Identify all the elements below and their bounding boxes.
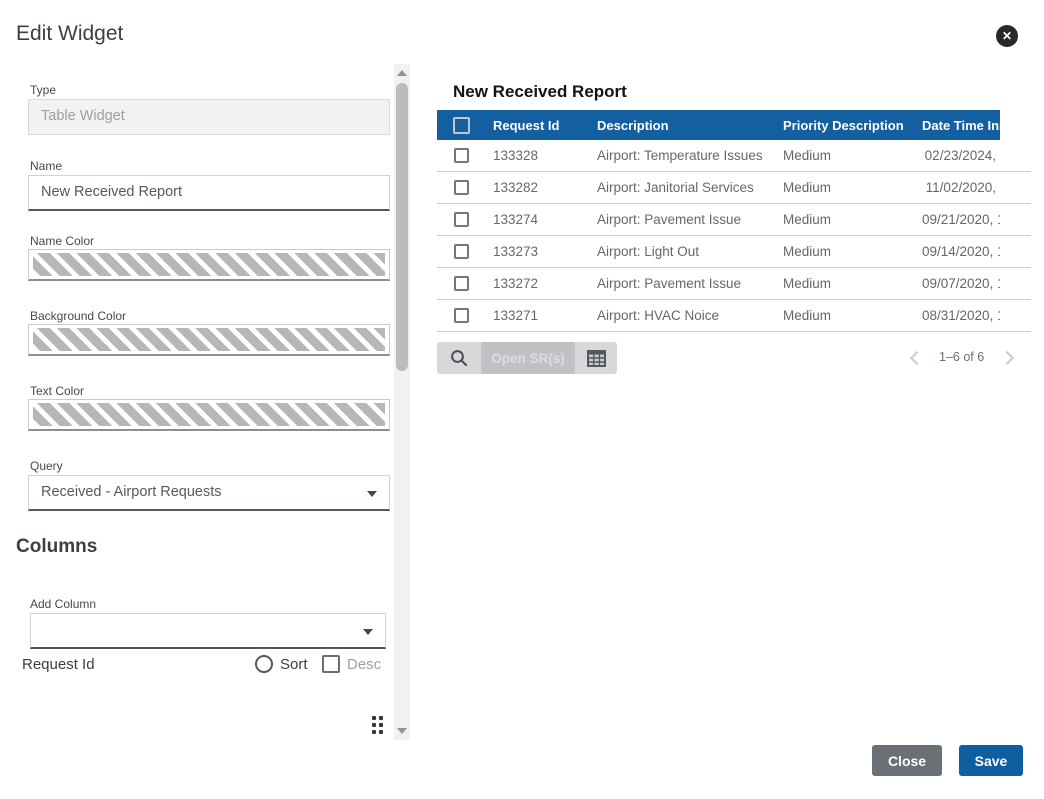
search-button[interactable] <box>437 342 481 374</box>
cell-request-id: 133328 <box>485 148 589 163</box>
cell-date-time: 09/14/2020, 1 <box>916 244 1000 259</box>
table-header-row: Request Id Description Priority Descript… <box>437 110 1031 140</box>
sort-radio-label: Sort <box>280 656 308 673</box>
name-color-label: Name Color <box>30 234 94 248</box>
close-button[interactable]: Close <box>872 745 942 776</box>
table-row[interactable]: 133273 Airport: Light Out Medium 09/14/2… <box>437 236 1031 268</box>
cell-date-time: 11/02/2020, <box>916 180 1000 195</box>
query-selected-value: Received - Airport Requests <box>41 484 222 500</box>
cell-description: Airport: Janitorial Services <box>589 180 775 195</box>
pagination-range: 1–6 of 6 <box>939 350 984 364</box>
name-label: Name <box>30 159 62 173</box>
type-label: Type <box>30 83 56 97</box>
cell-date-time: 09/21/2020, 1 <box>916 212 1000 227</box>
table-row[interactable]: 133282 Airport: Janitorial Services Medi… <box>437 172 1031 204</box>
background-color-label: Background Color <box>30 309 126 323</box>
scroll-up-icon[interactable] <box>397 70 407 76</box>
save-button[interactable]: Save <box>959 745 1023 776</box>
cell-priority: Medium <box>775 308 916 323</box>
cell-date-time: 02/23/2024, <box>916 148 1000 163</box>
cell-request-id: 133271 <box>485 308 589 323</box>
row-checkbox[interactable] <box>454 212 469 227</box>
cell-description: Airport: Temperature Issues <box>589 148 775 163</box>
table-row[interactable]: 133328 Airport: Temperature Issues Mediu… <box>437 140 1031 172</box>
sort-radio[interactable] <box>255 655 273 673</box>
dialog-title: Edit Widget <box>16 22 123 46</box>
name-color-picker[interactable] <box>28 249 390 281</box>
type-field: Table Widget <box>28 99 390 135</box>
next-page-icon[interactable] <box>998 347 1018 367</box>
cell-priority: Medium <box>775 212 916 227</box>
cell-request-id: 133282 <box>485 180 589 195</box>
header-date-time-initiated[interactable]: Date Time Initi <box>916 118 1000 133</box>
close-icon[interactable]: ✕ <box>996 25 1018 47</box>
columns-heading: Columns <box>16 536 97 558</box>
query-select[interactable]: Received - Airport Requests <box>28 475 390 511</box>
desc-checkbox[interactable] <box>322 655 340 673</box>
edit-widget-dialog: Edit Widget ✕ Type Table Widget Name New… <box>0 0 1044 799</box>
cell-description: Airport: Light Out <box>589 244 775 259</box>
scroll-down-icon[interactable] <box>397 728 407 734</box>
cell-priority: Medium <box>775 180 916 195</box>
preview-table: Request Id Description Priority Descript… <box>437 110 1031 332</box>
cell-request-id: 133273 <box>485 244 589 259</box>
row-checkbox[interactable] <box>454 148 469 163</box>
search-icon <box>450 349 468 367</box>
hatch-pattern <box>33 253 385 276</box>
chevron-down-icon <box>363 629 373 635</box>
cell-date-time: 08/31/2020, 1 <box>916 308 1000 323</box>
pagination: 1–6 of 6 <box>905 347 1018 367</box>
header-priority-description[interactable]: Priority Description <box>775 118 916 133</box>
chevron-down-icon <box>367 491 377 497</box>
header-request-id[interactable]: Request Id <box>485 118 589 133</box>
preview-title: New Received Report <box>453 82 627 102</box>
text-color-picker[interactable] <box>28 399 390 431</box>
header-description[interactable]: Description <box>589 118 775 133</box>
cell-request-id: 133274 <box>485 212 589 227</box>
row-checkbox[interactable] <box>454 276 469 291</box>
cell-description: Airport: HVAC Noice <box>589 308 775 323</box>
cell-description: Airport: Pavement Issue <box>589 212 775 227</box>
drag-handle-icon[interactable] <box>372 716 385 734</box>
table-toolbar: Open SR(s) <box>437 342 617 374</box>
open-srs-button[interactable]: Open SR(s) <box>481 342 575 374</box>
cell-priority: Medium <box>775 276 916 291</box>
add-column-label: Add Column <box>30 597 96 611</box>
table-row[interactable]: 133272 Airport: Pavement Issue Medium 09… <box>437 268 1031 300</box>
hatch-pattern <box>33 328 385 351</box>
row-checkbox[interactable] <box>454 244 469 259</box>
table-row[interactable]: 133271 Airport: HVAC Noice Medium 08/31/… <box>437 300 1031 332</box>
cell-priority: Medium <box>775 244 916 259</box>
query-label: Query <box>30 459 63 473</box>
column-item-request-id: Request Id <box>22 656 95 673</box>
form-scrollbar[interactable] <box>394 64 410 740</box>
table-body: 133328 Airport: Temperature Issues Mediu… <box>437 140 1031 332</box>
cell-priority: Medium <box>775 148 916 163</box>
row-checkbox[interactable] <box>454 180 469 195</box>
text-color-label: Text Color <box>30 384 84 398</box>
background-color-picker[interactable] <box>28 324 390 356</box>
desc-checkbox-label: Desc <box>347 656 381 673</box>
table-grid-icon <box>587 350 606 367</box>
column-settings-button[interactable] <box>575 342 617 374</box>
name-input[interactable]: New Received Report <box>28 175 390 211</box>
hatch-pattern <box>33 403 385 426</box>
scrollbar-thumb[interactable] <box>396 83 408 371</box>
cell-description: Airport: Pavement Issue <box>589 276 775 291</box>
select-all-checkbox[interactable] <box>453 117 470 134</box>
add-column-select[interactable] <box>30 613 386 649</box>
row-checkbox[interactable] <box>454 308 469 323</box>
table-row[interactable]: 133274 Airport: Pavement Issue Medium 09… <box>437 204 1031 236</box>
cell-date-time: 09/07/2020, 1 <box>916 276 1000 291</box>
previous-page-icon[interactable] <box>905 347 925 367</box>
cell-request-id: 133272 <box>485 276 589 291</box>
